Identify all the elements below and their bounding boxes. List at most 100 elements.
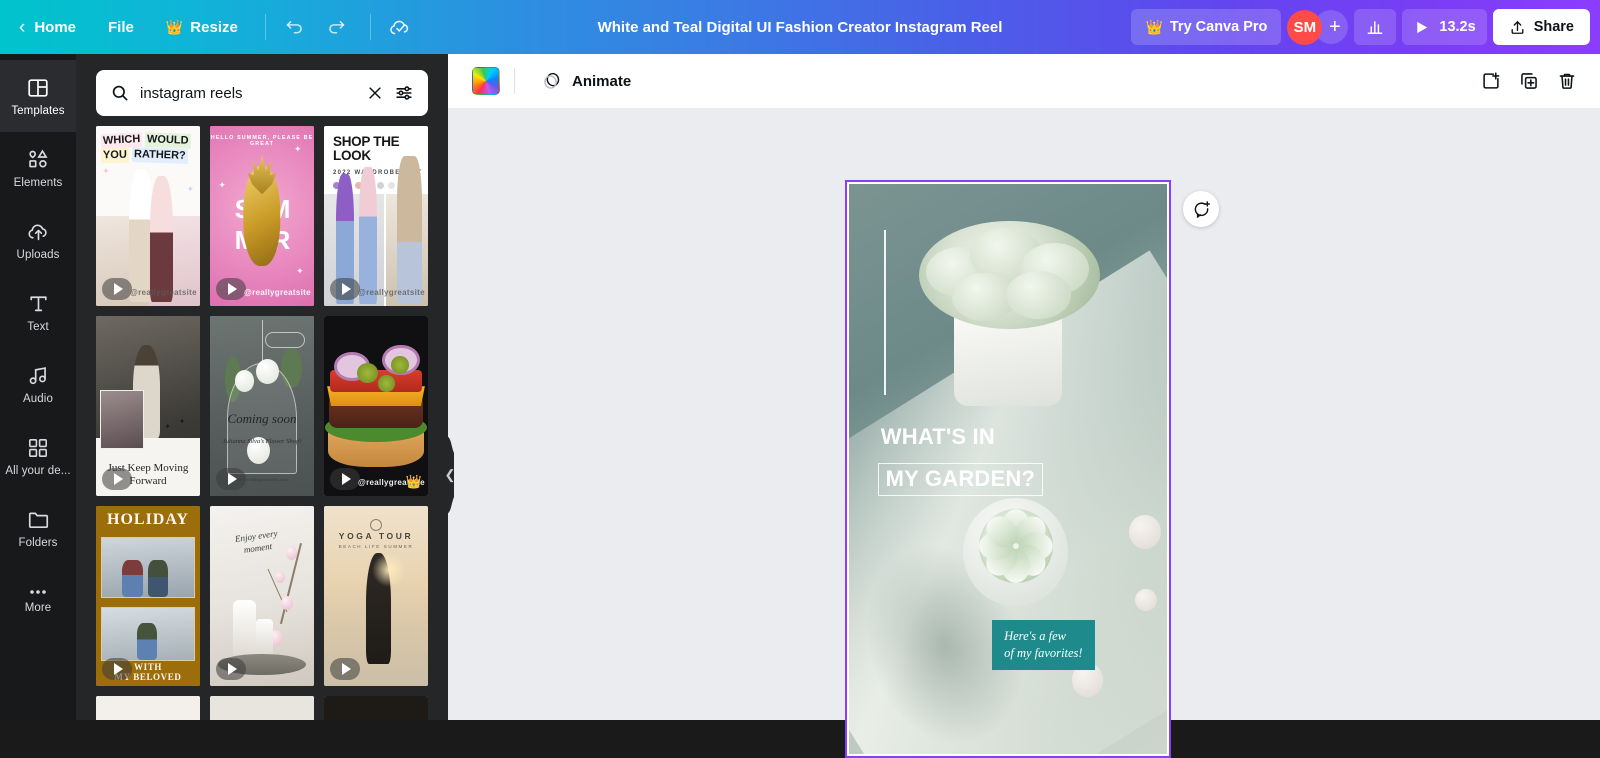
template-thumbnail-art xyxy=(210,696,314,720)
clear-search-button[interactable] xyxy=(366,84,384,102)
template-card[interactable]: ✦ ✦ Just Keep Moving Forward xyxy=(96,316,200,496)
play-preview-button[interactable] xyxy=(216,468,246,490)
insights-button[interactable] xyxy=(1354,9,1396,45)
sidebar-item-label: Text xyxy=(27,321,49,333)
sidebar-item-label: More xyxy=(25,602,52,614)
template-card[interactable]: YOGA TOUR BEACH LIFE SUMMER xyxy=(324,506,428,686)
play-preview-button[interactable] xyxy=(330,278,360,300)
play-preview-button[interactable] xyxy=(216,278,246,300)
collaborators-group: SM + xyxy=(1287,10,1348,45)
preview-play-button[interactable]: 13.2s xyxy=(1402,9,1486,45)
templates-panel: ✦ ✦ ✦ ✦ WHICH WOULD YOU RATHER? @reallyg… xyxy=(76,54,448,720)
plus-icon: + xyxy=(1329,16,1341,39)
left-rail: Templates Elements Uploads Text Audio xyxy=(0,54,76,720)
share-button[interactable]: Share xyxy=(1493,9,1590,45)
add-comment-icon xyxy=(1191,199,1212,220)
animate-button[interactable]: Animate xyxy=(529,63,643,99)
top-bar-right-group: 👑 Try Canva Pro SM + 13.2s xyxy=(1131,0,1590,54)
home-button[interactable]: ‹ Home xyxy=(6,9,89,45)
sidebar-item-more[interactable]: More xyxy=(0,564,76,636)
design-title-line-2[interactable]: MY GARDEN? xyxy=(878,463,1044,496)
canvas-area[interactable]: WHAT'S IN MY GARDEN? Here's a few of my … xyxy=(448,108,1600,720)
sidebar-item-elements[interactable]: Elements xyxy=(0,132,76,204)
cloud-check-icon xyxy=(388,15,412,39)
template-card[interactable]: ✦ ✦ ✦ ✦ WHICH WOULD YOU RATHER? @reallyg… xyxy=(96,126,200,306)
selected-page-frame[interactable]: WHAT'S IN MY GARDEN? Here's a few of my … xyxy=(845,180,1171,758)
template-card[interactable]: Coming soon Julianna Silva's Flower Shop… xyxy=(210,316,314,496)
resize-label: Resize xyxy=(190,19,238,36)
play-icon xyxy=(228,663,237,675)
template-card[interactable]: Enjoy every moment xyxy=(210,506,314,686)
sidebar-item-folders[interactable]: Folders xyxy=(0,492,76,564)
folder-icon xyxy=(26,507,51,532)
pebble xyxy=(1129,515,1161,549)
resize-button[interactable]: 👑 Resize xyxy=(153,9,251,45)
template-title-text: YOGA TOUR xyxy=(324,531,428,541)
ellipsis-icon xyxy=(26,587,50,597)
play-preview-button[interactable] xyxy=(330,468,360,490)
animate-label: Animate xyxy=(572,73,631,90)
crown-icon: 👑 xyxy=(166,19,183,36)
delete-page-button[interactable] xyxy=(1548,62,1586,100)
template-card[interactable] xyxy=(96,696,200,720)
sidebar-item-text[interactable]: Text xyxy=(0,276,76,348)
template-thumbnail-art xyxy=(324,696,428,720)
duplicate-page-icon xyxy=(1518,70,1540,92)
add-page-button[interactable] xyxy=(1472,62,1510,100)
editor-area: Animate xyxy=(448,54,1600,720)
duplicate-page-button[interactable] xyxy=(1510,62,1548,100)
sidebar-item-label: Audio xyxy=(23,393,53,405)
pro-crown-icon: 👑 xyxy=(406,474,422,490)
search-box[interactable] xyxy=(96,70,428,116)
upload-icon xyxy=(1509,19,1526,36)
template-subtitle-text: BEACH LIFE SUMMER xyxy=(324,544,428,549)
toolbar-divider-2 xyxy=(370,14,371,40)
page-color-swatch[interactable] xyxy=(472,67,500,95)
play-preview-button[interactable] xyxy=(102,278,132,300)
template-title-text: HOLIDAY xyxy=(96,511,200,529)
sidebar-item-label: Uploads xyxy=(17,249,60,261)
undo-button[interactable] xyxy=(276,9,314,45)
document-title-text[interactable]: White and Teal Digital UI Fashion Creato… xyxy=(588,14,1013,41)
sidebar-item-all-your-designs[interactable]: All your de... xyxy=(0,420,76,492)
add-comment-button[interactable] xyxy=(1183,191,1219,227)
design-caption-box[interactable]: Here's a few of my favorites! xyxy=(992,620,1094,670)
filter-button[interactable] xyxy=(394,83,414,103)
close-x-icon xyxy=(366,84,384,102)
play-preview-button[interactable] xyxy=(102,468,132,490)
avatar[interactable]: SM xyxy=(1287,10,1322,45)
play-preview-button[interactable] xyxy=(330,658,360,680)
search-input[interactable] xyxy=(140,85,356,102)
template-card[interactable] xyxy=(324,696,428,720)
upload-cloud-icon xyxy=(26,219,51,244)
template-subtitle-text: Julianna Silva's Flower Shop! xyxy=(210,438,314,445)
text-t-icon xyxy=(26,291,51,316)
play-preview-button[interactable] xyxy=(216,658,246,680)
succulent-top xyxy=(919,221,1100,329)
file-menu-button[interactable]: File xyxy=(95,9,147,45)
play-icon xyxy=(342,473,351,485)
sidebar-item-uploads[interactable]: Uploads xyxy=(0,204,76,276)
try-canva-pro-button[interactable]: 👑 Try Canva Pro xyxy=(1131,9,1281,45)
template-card[interactable] xyxy=(210,696,314,720)
play-preview-button[interactable] xyxy=(102,658,132,680)
play-icon xyxy=(114,473,123,485)
design-caption-line-2: of my favorites! xyxy=(1004,645,1082,662)
template-card[interactable]: HELLO SUMMER, PLEASE BE GREAT SUM MER ✦ … xyxy=(210,126,314,306)
play-icon xyxy=(114,663,123,675)
template-card[interactable]: @reallygreatsite 👑 xyxy=(324,316,428,496)
avatar-initials: SM xyxy=(1294,19,1317,36)
template-title-text: WHICH WOULD YOU RATHER? xyxy=(101,133,195,162)
design-page[interactable]: WHAT'S IN MY GARDEN? Here's a few of my … xyxy=(849,184,1167,754)
play-icon xyxy=(228,473,237,485)
redo-button[interactable] xyxy=(318,9,356,45)
template-card[interactable]: HOLIDAY WITHMY BELOVED xyxy=(96,506,200,686)
template-card[interactable]: SHOP THE LOOK 2022 WARDROBE EDIT @really… xyxy=(324,126,428,306)
sidebar-item-templates[interactable]: Templates xyxy=(0,60,76,132)
design-title-line-1[interactable]: WHAT'S IN xyxy=(881,426,995,448)
play-icon xyxy=(342,283,351,295)
crown-icon: 👑 xyxy=(1145,19,1162,36)
sidebar-item-audio[interactable]: Audio xyxy=(0,348,76,420)
cloud-saved-button[interactable] xyxy=(381,9,419,45)
animate-icon xyxy=(541,70,563,92)
